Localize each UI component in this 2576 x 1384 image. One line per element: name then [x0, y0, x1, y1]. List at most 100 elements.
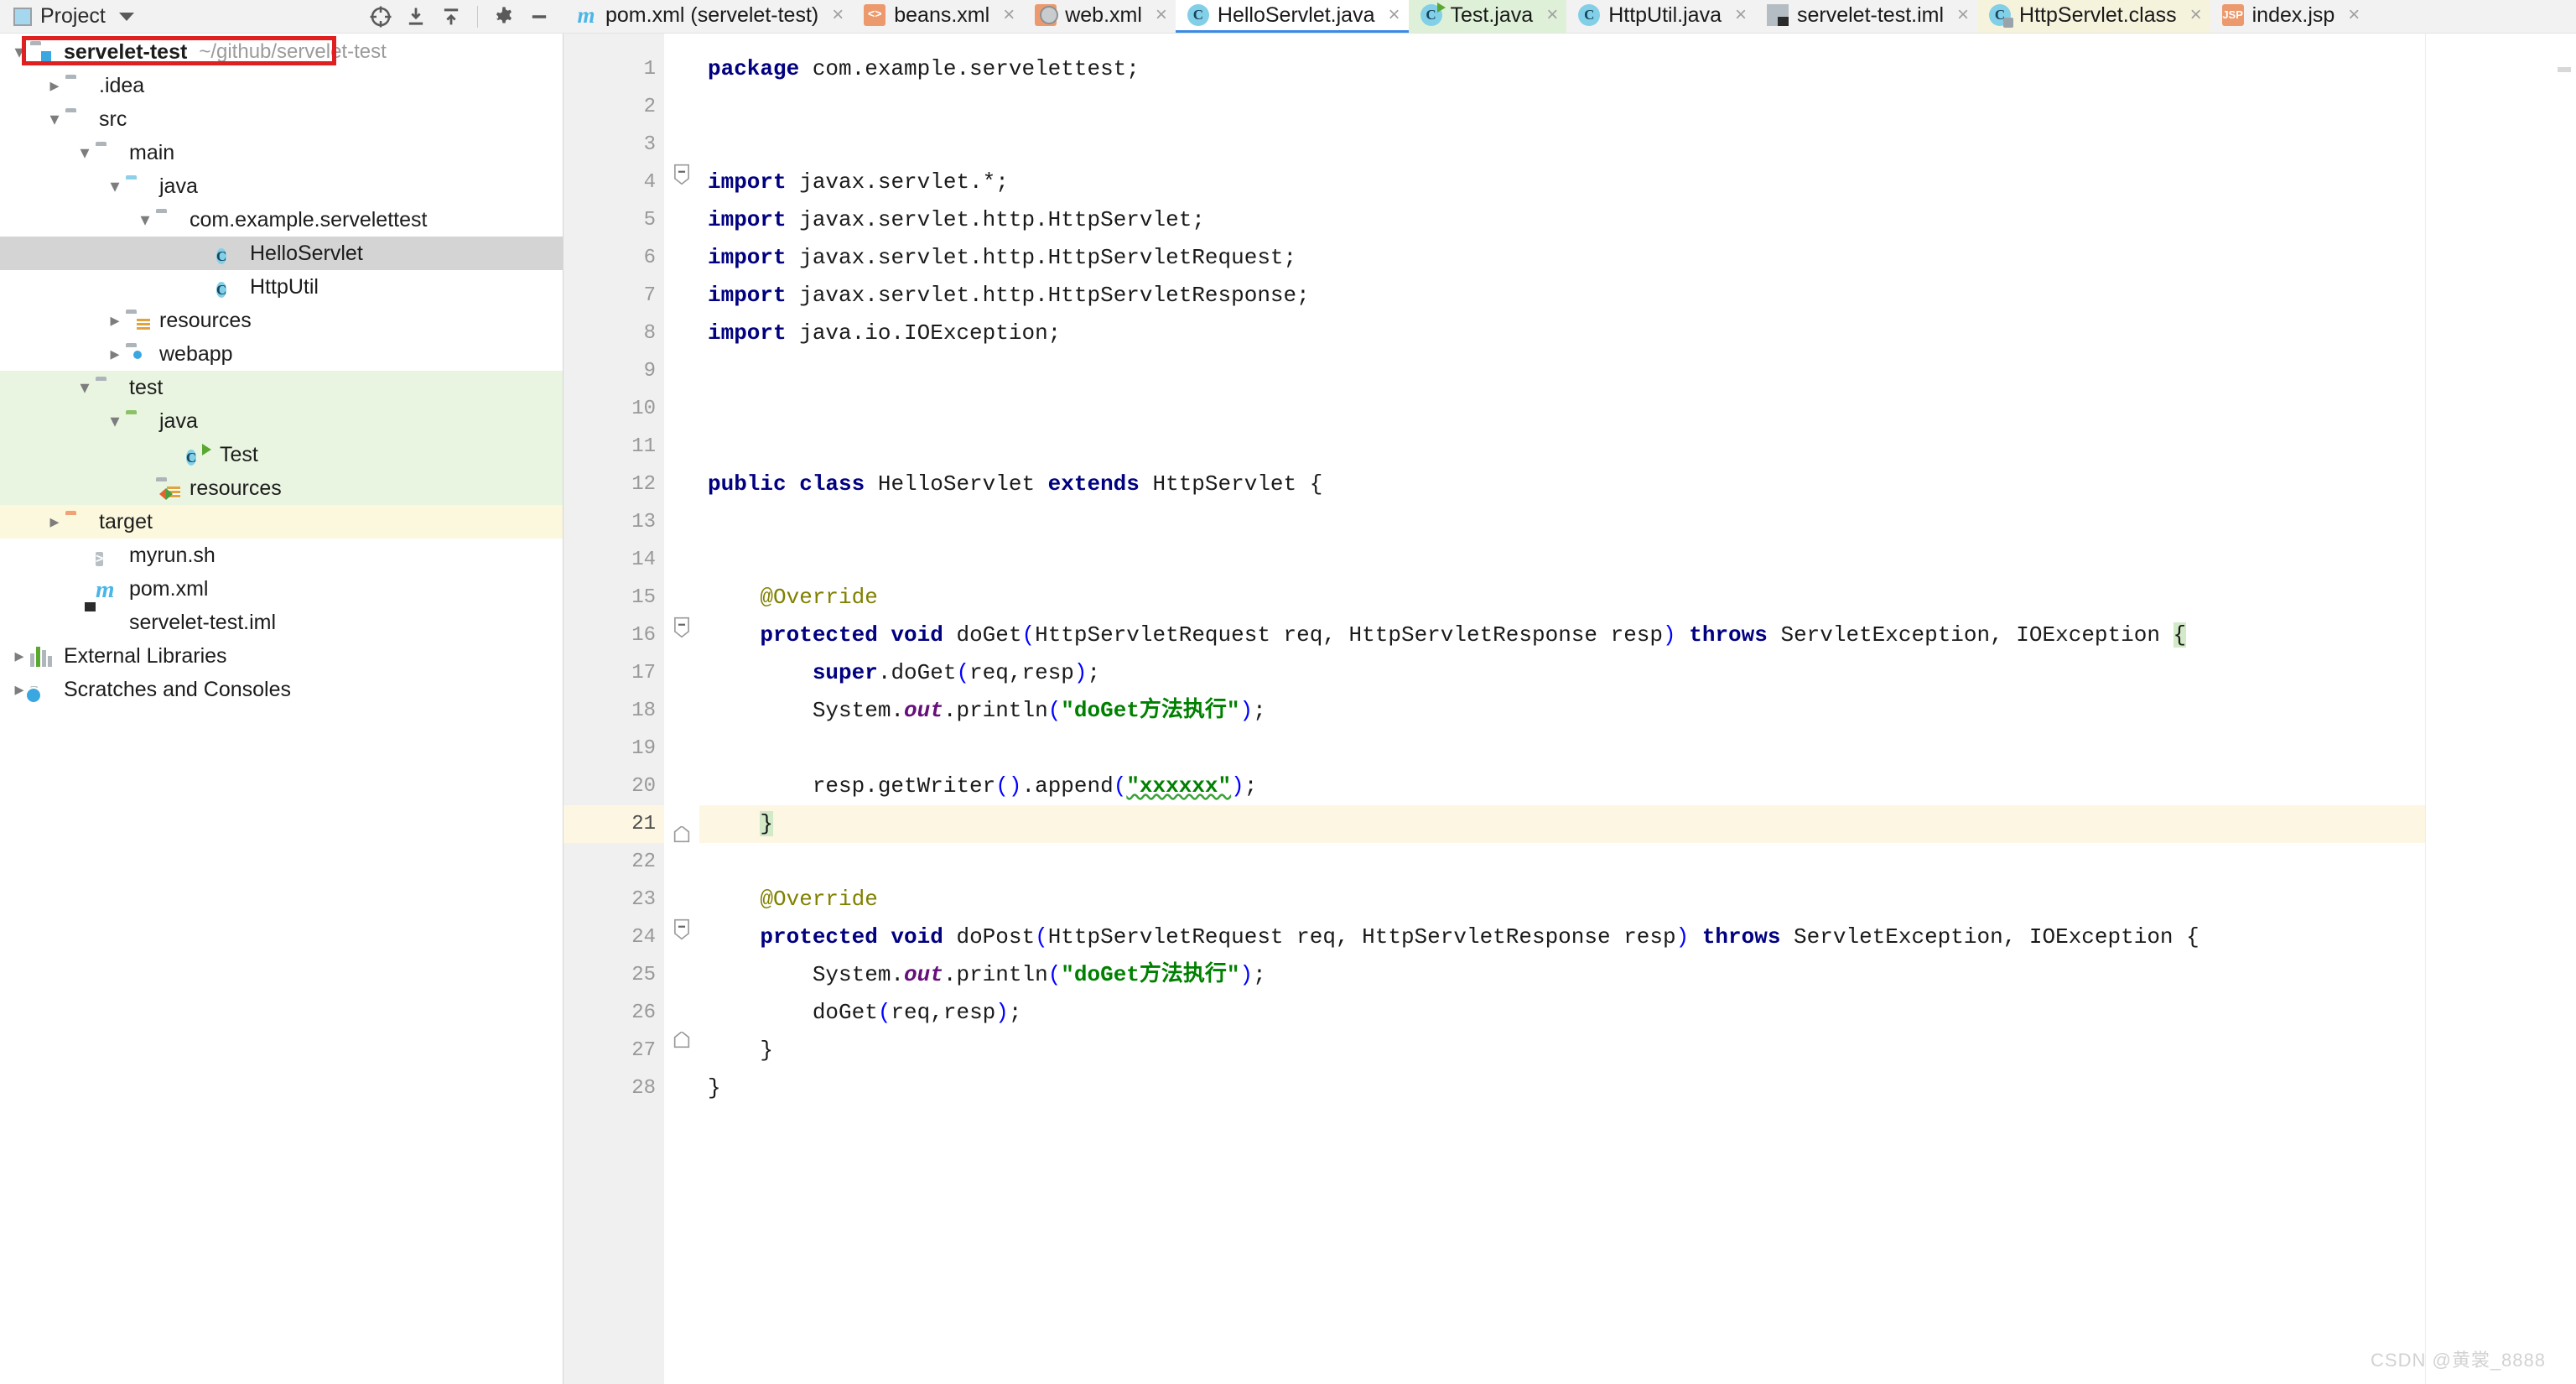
- editor-gutter[interactable]: 1 2 3 4 5 6 7 8 9 10 11 12 13 14 15 16 1…: [564, 34, 698, 1384]
- tab-index-jsp[interactable]: JSP index.jsp ×: [2210, 0, 2369, 33]
- tree-item-label: myrun.sh: [129, 543, 216, 567]
- fold-marker-dopostclose-icon[interactable]: [673, 1032, 691, 1050]
- tree-item-servelet-test[interactable]: ▾ servelet-test ~/github/servelet-test: [0, 35, 563, 69]
- chevron-right-icon[interactable]: ▸: [8, 647, 30, 665]
- tree-item-servelet-test-iml[interactable]: servelet-test.iml: [0, 606, 563, 639]
- project-panel-icon: [13, 7, 32, 26]
- tree-item-helloservlet[interactable]: C HelloServlet: [0, 237, 563, 270]
- chevron-down-icon[interactable]: ▾: [8, 43, 30, 61]
- line-number: 25: [631, 964, 656, 986]
- chevron-right-icon[interactable]: ▸: [44, 76, 65, 95]
- line-number: 7: [643, 284, 656, 307]
- tree-item-main-java[interactable]: ▾ java: [0, 169, 563, 203]
- tab-web-xml[interactable]: web.xml ×: [1023, 0, 1176, 33]
- tree-item-label: test: [129, 375, 164, 399]
- tree-item-label: .idea: [99, 73, 145, 97]
- tab-close-icon[interactable]: ×: [1156, 5, 1167, 25]
- chevron-right-icon[interactable]: ▸: [44, 512, 65, 531]
- tree-item-idea[interactable]: ▸ .idea: [0, 69, 563, 102]
- marker-stripe[interactable]: [2558, 67, 2571, 72]
- tab-httputil-java[interactable]: C HttpUtil.java ×: [1566, 0, 1755, 33]
- tab-test-java[interactable]: C Test.java ×: [1408, 0, 1567, 33]
- editor-fold-column[interactable]: [664, 34, 699, 1384]
- tree-item-label: Test: [220, 442, 258, 466]
- chevron-down-icon[interactable]: ▾: [134, 211, 156, 229]
- fold-marker-imports-icon[interactable]: [673, 164, 691, 185]
- project-tree[interactable]: ▾ servelet-test ~/github/servelet-test ▸…: [0, 34, 564, 1384]
- chevron-down-icon[interactable]: ▾: [44, 110, 65, 128]
- code-line-7: import javax.servlet.http.HttpServletRes…: [708, 283, 1310, 308]
- tab-helloservlet-java[interactable]: C HelloServlet.java ×: [1175, 0, 1409, 33]
- line-number: 14: [631, 549, 656, 571]
- tree-item-src[interactable]: ▾ src: [0, 102, 563, 136]
- tree-item-label: External Libraries: [64, 643, 227, 668]
- tab-label: Test.java: [1450, 3, 1534, 27]
- tab-close-icon[interactable]: ×: [1003, 5, 1015, 25]
- folder-test-source-icon: [126, 410, 151, 432]
- line-number-text: 12: [631, 473, 656, 496]
- chevron-down-icon[interactable]: [118, 12, 134, 21]
- tab-pom-xml[interactable]: m pom.xml (servelet-test) ×: [564, 0, 852, 33]
- java-class-icon: C: [1187, 4, 1209, 26]
- tree-item-main[interactable]: ▾ main: [0, 136, 563, 169]
- tree-item-httputil[interactable]: C HttpUtil: [0, 270, 563, 304]
- line-number: 24 ↑: [564, 918, 698, 956]
- locate-icon[interactable]: [365, 3, 397, 30]
- tab-label: beans.xml: [894, 3, 990, 27]
- tree-item-main-resources[interactable]: ▸ resources: [0, 304, 563, 337]
- tree-item-external-libraries[interactable]: ▸ External Libraries: [0, 639, 563, 673]
- tab-beans-xml[interactable]: <> beans.xml ×: [852, 0, 1023, 33]
- settings-gear-icon[interactable]: [488, 3, 520, 30]
- fold-marker-dopostopen-icon[interactable]: [673, 918, 691, 940]
- tree-item-pom-xml[interactable]: m pom.xml: [0, 572, 563, 606]
- tree-item-target[interactable]: ▸ target: [0, 505, 563, 539]
- tree-item-myrun-sh[interactable]: > myrun.sh: [0, 539, 563, 572]
- tree-item-label: HelloServlet: [250, 241, 363, 265]
- code-editor[interactable]: 1 2 3 4 5 6 7 8 9 10 11 12 13 14 15 16 1…: [564, 34, 2576, 1384]
- tree-item-webapp[interactable]: ▸ webapp: [0, 337, 563, 371]
- code-content[interactable]: package com.example.servelettest; import…: [699, 34, 2425, 1384]
- tab-close-icon[interactable]: ×: [1389, 5, 1400, 25]
- line-number: 23: [631, 888, 656, 911]
- tree-item-label: servelet-test: [64, 39, 188, 64]
- tab-close-icon[interactable]: ×: [1735, 5, 1747, 25]
- code-line-4: import javax.servlet.*;: [708, 169, 1009, 195]
- chevron-right-icon[interactable]: ▸: [104, 345, 126, 363]
- line-number: 12: [564, 466, 693, 503]
- tree-item-scratches-and-consoles[interactable]: ▸ > Scratches and Consoles: [0, 673, 563, 706]
- hide-toolwindow-icon[interactable]: [523, 3, 555, 30]
- tree-item-label: resources: [159, 308, 252, 332]
- collapse-all-icon[interactable]: [435, 3, 467, 30]
- tree-item-test-resources[interactable]: resources: [0, 471, 563, 505]
- chevron-down-icon[interactable]: ▾: [104, 412, 126, 430]
- chevron-down-icon[interactable]: ▾: [74, 378, 96, 397]
- chevron-down-icon[interactable]: ▾: [74, 143, 96, 162]
- tab-close-icon[interactable]: ×: [2348, 5, 2360, 25]
- tree-item-test[interactable]: ▾ test: [0, 371, 563, 404]
- tree-item-test-class[interactable]: C Test: [0, 438, 563, 471]
- tab-close-icon[interactable]: ×: [1546, 5, 1558, 25]
- tree-item-label: webapp: [159, 341, 233, 366]
- chevron-down-icon[interactable]: ▾: [104, 177, 126, 195]
- maven-icon: m: [577, 3, 595, 28]
- main-body: ▾ servelet-test ~/github/servelet-test ▸…: [0, 34, 2576, 1384]
- expand-all-icon[interactable]: [400, 3, 432, 30]
- tab-servelet-test-iml[interactable]: servelet-test.iml ×: [1755, 0, 1977, 33]
- tree-item-label: main: [129, 140, 175, 164]
- tree-item-label: Scratches and Consoles: [64, 677, 291, 701]
- tab-close-icon[interactable]: ×: [1957, 5, 1969, 25]
- tree-item-label: src: [99, 107, 127, 131]
- tab-close-icon[interactable]: ×: [2190, 5, 2202, 25]
- tab-httpservlet-class[interactable]: C HttpServlet.class ×: [1977, 0, 2210, 33]
- shell-script-icon: >: [96, 552, 104, 566]
- tree-item-package[interactable]: ▾ com.example.servelettest: [0, 203, 563, 237]
- tree-item-test-java[interactable]: ▾ java: [0, 404, 563, 438]
- chevron-right-icon[interactable]: ▸: [104, 311, 126, 330]
- editor-marker-gutter[interactable]: [2425, 34, 2576, 1384]
- fold-marker-dogetclose-icon[interactable]: [673, 826, 691, 845]
- tab-close-icon[interactable]: ×: [832, 5, 844, 25]
- fold-marker-dogetopen-icon[interactable]: [673, 617, 691, 638]
